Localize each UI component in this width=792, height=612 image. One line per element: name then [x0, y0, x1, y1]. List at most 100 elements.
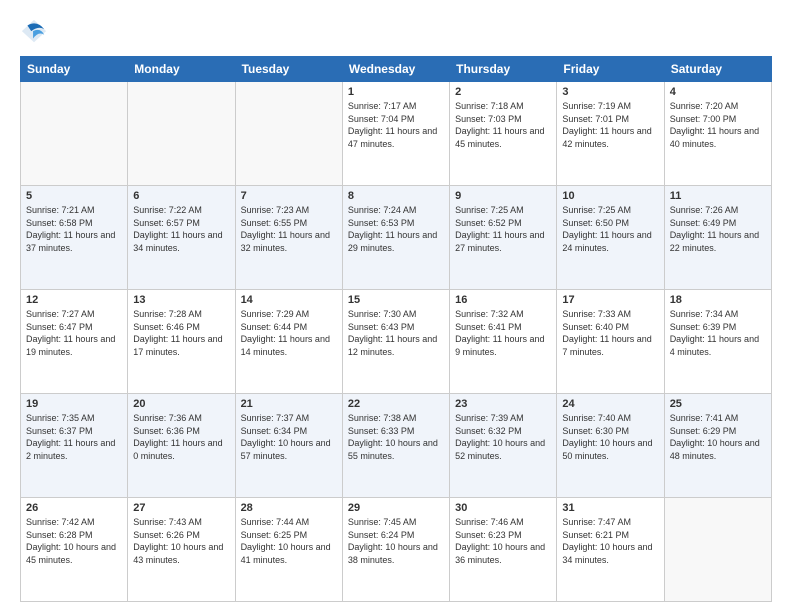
day-number: 17: [562, 294, 658, 306]
day-cell: 23 Sunrise: 7:39 AM Sunset: 6:32 PM Dayli…: [450, 394, 557, 498]
day-number: 3: [562, 86, 658, 98]
day-number: 12: [26, 294, 122, 306]
day-info: Sunrise: 7:17 AM Sunset: 7:04 PM Dayligh…: [348, 100, 444, 150]
day-number: 21: [241, 398, 337, 410]
day-info: Sunrise: 7:18 AM Sunset: 7:03 PM Dayligh…: [455, 100, 551, 150]
day-cell: 29 Sunrise: 7:45 AM Sunset: 6:24 PM Dayli…: [342, 498, 449, 602]
day-cell: 27Sunrise: 7:43 AM Sunset: 6:26 PM Dayli…: [128, 498, 235, 602]
day-cell: 28Sunrise: 7:44 AM Sunset: 6:25 PM Dayli…: [235, 498, 342, 602]
day-number: 20: [133, 398, 229, 410]
day-info: Sunrise: 7:42 AM Sunset: 6:28 PM Dayligh…: [26, 516, 122, 566]
week-row-5: 26 Sunrise: 7:42 AM Sunset: 6:28 PM Dayli…: [21, 498, 772, 602]
day-cell: 10 Sunrise: 7:25 AM Sunset: 6:50 PM Dayli…: [557, 186, 664, 290]
day-cell: 2 Sunrise: 7:18 AM Sunset: 7:03 PM Daylig…: [450, 82, 557, 186]
week-row-2: 5Sunrise: 7:21 AM Sunset: 6:58 PM Daylig…: [21, 186, 772, 290]
day-number: 14: [241, 294, 337, 306]
day-info: Sunrise: 7:34 AM Sunset: 6:39 PM Dayligh…: [670, 308, 766, 358]
day-info: Sunrise: 7:46 AM Sunset: 6:23 PM Dayligh…: [455, 516, 551, 566]
col-header-thursday: Thursday: [450, 57, 557, 82]
day-info: Sunrise: 7:20 AM Sunset: 7:00 PM Dayligh…: [670, 100, 766, 150]
day-cell: 1Sunrise: 7:17 AM Sunset: 7:04 PM Daylig…: [342, 82, 449, 186]
day-info: Sunrise: 7:47 AM Sunset: 6:21 PM Dayligh…: [562, 516, 658, 566]
day-cell: 17 Sunrise: 7:33 AM Sunset: 6:40 PM Dayli…: [557, 290, 664, 394]
day-info: Sunrise: 7:24 AM Sunset: 6:53 PM Dayligh…: [348, 204, 444, 254]
day-cell: 24 Sunrise: 7:40 AM Sunset: 6:30 PM Dayli…: [557, 394, 664, 498]
day-info: Sunrise: 7:22 AM Sunset: 6:57 PM Dayligh…: [133, 204, 229, 254]
day-info: Sunrise: 7:25 AM Sunset: 6:50 PM Dayligh…: [562, 204, 658, 254]
day-number: 30: [455, 502, 551, 514]
day-number: 16: [455, 294, 551, 306]
day-cell: 4 Sunrise: 7:20 AM Sunset: 7:00 PM Daylig…: [664, 82, 771, 186]
day-info: Sunrise: 7:43 AM Sunset: 6:26 PM Dayligh…: [133, 516, 229, 566]
day-number: 19: [26, 398, 122, 410]
day-number: 22: [348, 398, 444, 410]
logo: [20, 18, 52, 46]
day-info: Sunrise: 7:39 AM Sunset: 6:32 PM Dayligh…: [455, 412, 551, 462]
col-header-tuesday: Tuesday: [235, 57, 342, 82]
day-cell: 11 Sunrise: 7:26 AM Sunset: 6:49 PM Dayli…: [664, 186, 771, 290]
day-number: 13: [133, 294, 229, 306]
day-number: 18: [670, 294, 766, 306]
day-cell: [21, 82, 128, 186]
day-cell: 20 Sunrise: 7:36 AM Sunset: 6:36 PM Dayli…: [128, 394, 235, 498]
day-cell: 16 Sunrise: 7:32 AM Sunset: 6:41 PM Dayli…: [450, 290, 557, 394]
day-number: 6: [133, 190, 229, 202]
day-info: Sunrise: 7:21 AM Sunset: 6:58 PM Dayligh…: [26, 204, 122, 254]
day-info: Sunrise: 7:23 AM Sunset: 6:55 PM Dayligh…: [241, 204, 337, 254]
day-cell: 3 Sunrise: 7:19 AM Sunset: 7:01 PM Daylig…: [557, 82, 664, 186]
day-info: Sunrise: 7:28 AM Sunset: 6:46 PM Dayligh…: [133, 308, 229, 358]
day-info: Sunrise: 7:29 AM Sunset: 6:44 PM Dayligh…: [241, 308, 337, 358]
day-number: 2: [455, 86, 551, 98]
col-header-monday: Monday: [128, 57, 235, 82]
day-number: 24: [562, 398, 658, 410]
day-cell: 7Sunrise: 7:23 AM Sunset: 6:55 PM Daylig…: [235, 186, 342, 290]
day-info: Sunrise: 7:30 AM Sunset: 6:43 PM Dayligh…: [348, 308, 444, 358]
week-row-4: 19 Sunrise: 7:35 AM Sunset: 6:37 PM Dayli…: [21, 394, 772, 498]
week-row-3: 12Sunrise: 7:27 AM Sunset: 6:47 PM Dayli…: [21, 290, 772, 394]
day-info: Sunrise: 7:36 AM Sunset: 6:36 PM Dayligh…: [133, 412, 229, 462]
day-cell: 31 Sunrise: 7:47 AM Sunset: 6:21 PM Dayli…: [557, 498, 664, 602]
day-cell: 25 Sunrise: 7:41 AM Sunset: 6:29 PM Dayli…: [664, 394, 771, 498]
calendar: SundayMondayTuesdayWednesdayThursdayFrid…: [20, 56, 772, 602]
calendar-header-row: SundayMondayTuesdayWednesdayThursdayFrid…: [21, 57, 772, 82]
day-info: Sunrise: 7:19 AM Sunset: 7:01 PM Dayligh…: [562, 100, 658, 150]
day-number: 15: [348, 294, 444, 306]
day-number: 29: [348, 502, 444, 514]
day-number: 26: [26, 502, 122, 514]
day-number: 8: [348, 190, 444, 202]
day-number: 25: [670, 398, 766, 410]
day-cell: 18 Sunrise: 7:34 AM Sunset: 6:39 PM Dayli…: [664, 290, 771, 394]
day-info: Sunrise: 7:25 AM Sunset: 6:52 PM Dayligh…: [455, 204, 551, 254]
day-cell: [664, 498, 771, 602]
day-info: Sunrise: 7:32 AM Sunset: 6:41 PM Dayligh…: [455, 308, 551, 358]
day-info: Sunrise: 7:44 AM Sunset: 6:25 PM Dayligh…: [241, 516, 337, 566]
day-number: 4: [670, 86, 766, 98]
col-header-wednesday: Wednesday: [342, 57, 449, 82]
day-number: 31: [562, 502, 658, 514]
day-cell: 9 Sunrise: 7:25 AM Sunset: 6:52 PM Daylig…: [450, 186, 557, 290]
day-number: 23: [455, 398, 551, 410]
day-cell: 14 Sunrise: 7:29 AM Sunset: 6:44 PM Dayli…: [235, 290, 342, 394]
day-cell: 6 Sunrise: 7:22 AM Sunset: 6:57 PM Daylig…: [128, 186, 235, 290]
day-number: 10: [562, 190, 658, 202]
day-info: Sunrise: 7:41 AM Sunset: 6:29 PM Dayligh…: [670, 412, 766, 462]
day-info: Sunrise: 7:26 AM Sunset: 6:49 PM Dayligh…: [670, 204, 766, 254]
day-number: 9: [455, 190, 551, 202]
day-cell: [235, 82, 342, 186]
day-cell: 19 Sunrise: 7:35 AM Sunset: 6:37 PM Dayli…: [21, 394, 128, 498]
col-header-friday: Friday: [557, 57, 664, 82]
day-number: 11: [670, 190, 766, 202]
day-cell: 12Sunrise: 7:27 AM Sunset: 6:47 PM Dayli…: [21, 290, 128, 394]
day-cell: 21Sunrise: 7:37 AM Sunset: 6:34 PM Dayli…: [235, 394, 342, 498]
day-cell: [128, 82, 235, 186]
day-info: Sunrise: 7:35 AM Sunset: 6:37 PM Dayligh…: [26, 412, 122, 462]
day-cell: 5Sunrise: 7:21 AM Sunset: 6:58 PM Daylig…: [21, 186, 128, 290]
day-info: Sunrise: 7:33 AM Sunset: 6:40 PM Dayligh…: [562, 308, 658, 358]
day-info: Sunrise: 7:38 AM Sunset: 6:33 PM Dayligh…: [348, 412, 444, 462]
day-info: Sunrise: 7:45 AM Sunset: 6:24 PM Dayligh…: [348, 516, 444, 566]
day-cell: 26 Sunrise: 7:42 AM Sunset: 6:28 PM Dayli…: [21, 498, 128, 602]
day-cell: 30 Sunrise: 7:46 AM Sunset: 6:23 PM Dayli…: [450, 498, 557, 602]
day-cell: 13 Sunrise: 7:28 AM Sunset: 6:46 PM Dayli…: [128, 290, 235, 394]
day-info: Sunrise: 7:40 AM Sunset: 6:30 PM Dayligh…: [562, 412, 658, 462]
col-header-sunday: Sunday: [21, 57, 128, 82]
